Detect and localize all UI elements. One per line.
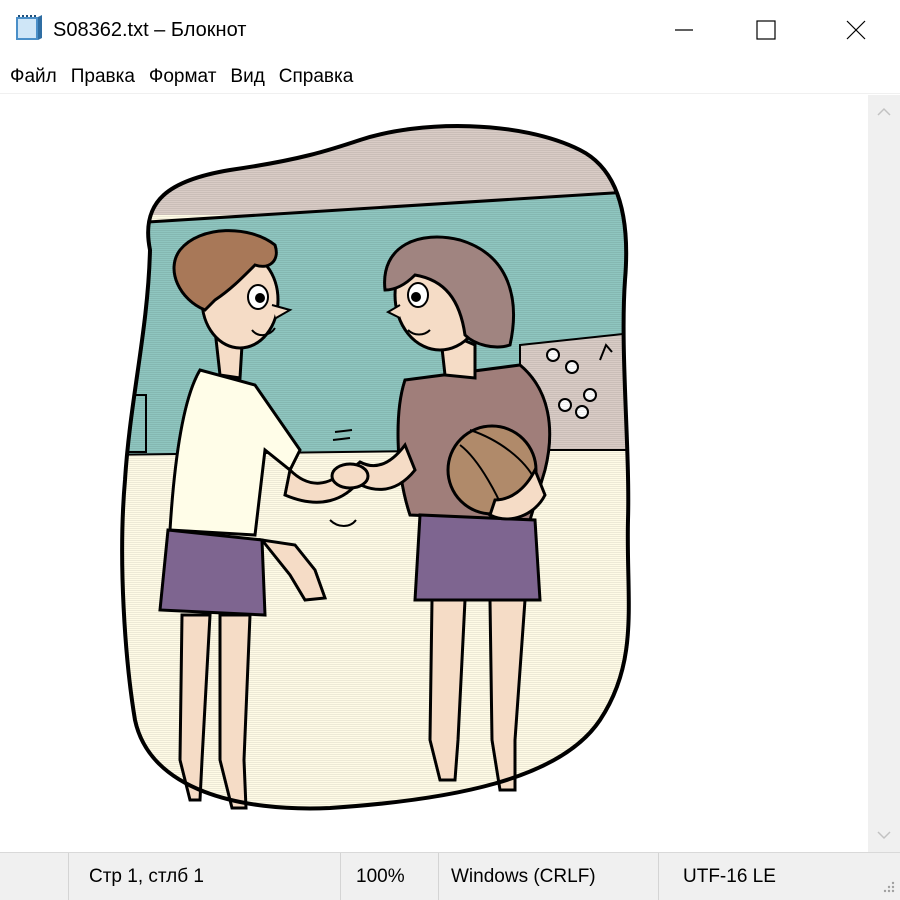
text-editor-area[interactable] <box>0 95 868 852</box>
chevron-down-icon <box>877 831 891 840</box>
chevron-up-icon <box>877 107 891 116</box>
menu-format[interactable]: Формат <box>142 64 224 90</box>
notepad-icon <box>14 14 44 42</box>
close-button[interactable] <box>812 0 900 60</box>
menu-help[interactable]: Справка <box>272 64 361 90</box>
cursor-position: Стр 1, стлб 1 <box>68 853 340 900</box>
scroll-up-button[interactable] <box>868 95 900 129</box>
encoding: UTF-16 LE <box>658 853 868 900</box>
resize-grip-icon[interactable] <box>880 876 896 894</box>
clipart-image <box>120 124 631 811</box>
line-ending: Windows (CRLF) <box>438 853 658 900</box>
zoom-level: 100% <box>340 853 438 900</box>
minimize-icon <box>675 29 693 31</box>
maximize-button[interactable] <box>722 0 810 60</box>
vertical-scrollbar[interactable] <box>868 95 900 852</box>
menu-edit[interactable]: Правка <box>64 64 142 90</box>
menu-bar: Файл Правка Формат Вид Справка <box>0 60 900 94</box>
maximize-icon <box>756 20 776 40</box>
status-bar: Стр 1, стлб 1 100% Windows (CRLF) UTF-16… <box>0 852 900 900</box>
scroll-down-button[interactable] <box>868 818 900 852</box>
window-title: S08362.txt – Блокнот <box>53 19 247 41</box>
title-bar: S08362.txt – Блокнот <box>0 0 900 60</box>
close-icon <box>846 20 866 40</box>
minimize-button[interactable] <box>640 0 728 60</box>
menu-view[interactable]: Вид <box>223 64 271 90</box>
menu-file[interactable]: Файл <box>3 64 64 90</box>
